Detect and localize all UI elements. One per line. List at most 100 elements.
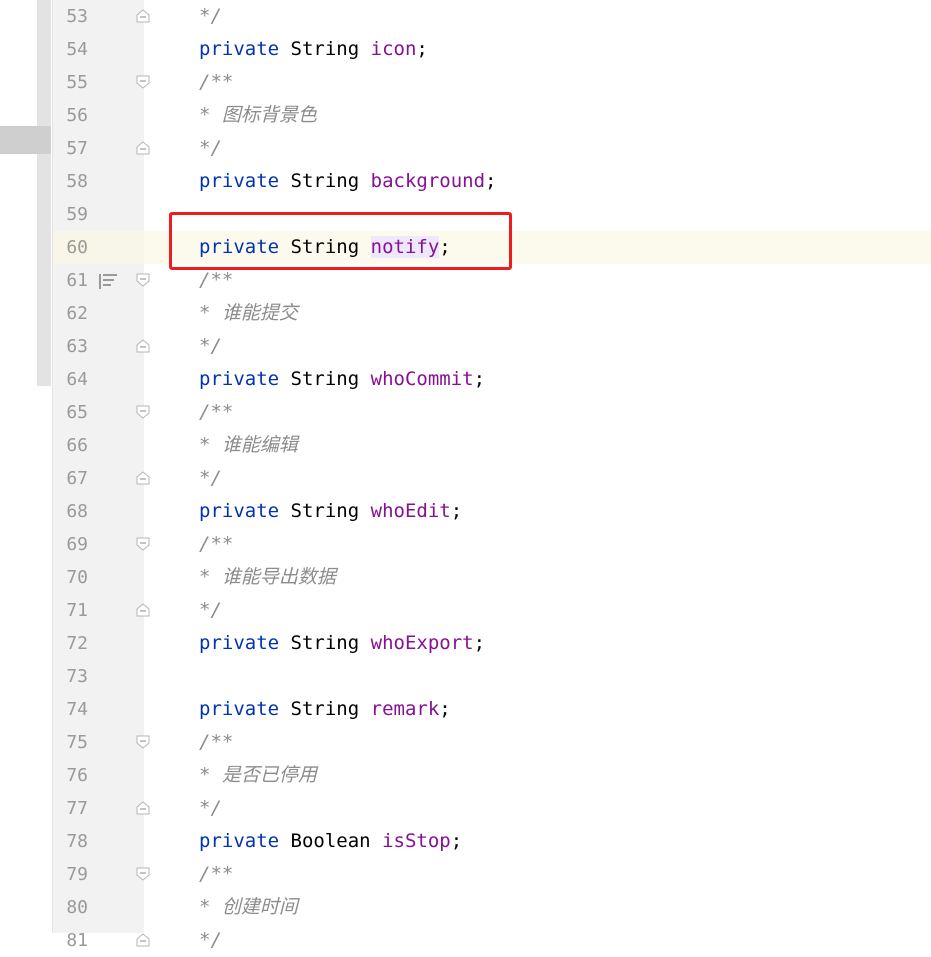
field-name[interactable]: notify xyxy=(370,236,440,258)
code-line[interactable]: 63 */ xyxy=(0,330,931,363)
comment-text: * 谁能提交 xyxy=(199,302,298,324)
code-line[interactable]: 61 /** xyxy=(0,264,931,297)
fold-start-icon[interactable] xyxy=(136,867,150,881)
source-text: /** xyxy=(199,66,233,99)
comment-text: */ xyxy=(199,467,222,489)
comment-text: * 谁能导出数据 xyxy=(199,566,336,588)
keyword-private: private xyxy=(199,632,280,654)
line-number: 78 xyxy=(66,831,88,852)
code-line[interactable]: 72 private String whoExport; xyxy=(0,627,931,660)
source-text: */ xyxy=(199,132,222,165)
field-name[interactable]: remark xyxy=(371,698,440,720)
keyword-private: private xyxy=(199,236,280,258)
comment-text: /** xyxy=(199,269,234,291)
code-line[interactable]: 68 private String whoEdit; xyxy=(0,495,931,528)
fold-start-icon[interactable] xyxy=(136,75,150,89)
fold-end-icon[interactable] xyxy=(136,603,150,617)
code-line[interactable]: 64 private String whoCommit; xyxy=(0,363,931,396)
type-name: String xyxy=(290,38,360,60)
source-text: */ xyxy=(199,0,222,33)
code-line[interactable]: 58 private String background; xyxy=(0,165,931,198)
code-line[interactable]: 66 * 谁能编辑 xyxy=(0,429,931,462)
fold-end-icon[interactable] xyxy=(136,933,150,947)
code-line[interactable]: 60 private String notify; xyxy=(0,231,931,264)
source-text: private String background; xyxy=(199,165,496,198)
comment-text: /** xyxy=(199,71,234,93)
fold-end-icon[interactable] xyxy=(136,801,150,815)
semicolon: ; xyxy=(473,368,486,390)
code-line[interactable]: 75 /** xyxy=(0,726,931,759)
field-name[interactable]: icon xyxy=(371,38,417,60)
source-text: private String notify; xyxy=(199,231,451,264)
fold-start-icon[interactable] xyxy=(136,735,150,749)
type-name: String xyxy=(290,170,360,192)
source-text: private Boolean isStop; xyxy=(199,825,462,858)
line-number: 75 xyxy=(66,732,88,753)
type-name: String xyxy=(290,236,360,258)
code-line[interactable]: 70 * 谁能导出数据 xyxy=(0,561,931,594)
code-line[interactable]: 74 private String remark; xyxy=(0,693,931,726)
fold-end-icon[interactable] xyxy=(136,9,150,23)
source-text: private String whoEdit; xyxy=(199,495,462,528)
type-name: String xyxy=(290,500,360,522)
code-line[interactable]: 56 * 图标背景色 xyxy=(0,99,931,132)
keyword-private: private xyxy=(199,698,280,720)
code-line[interactable]: 80 * 创建时间 xyxy=(0,891,931,924)
line-number: 54 xyxy=(66,39,88,60)
code-line[interactable]: 67 */ xyxy=(0,462,931,495)
line-number: 61 xyxy=(66,270,88,291)
comment-text: */ xyxy=(199,137,222,159)
line-number: 79 xyxy=(66,864,88,885)
line-number: 55 xyxy=(66,72,88,93)
code-line[interactable]: 53 */ xyxy=(0,0,931,33)
source-text: * 谁能导出数据 xyxy=(199,561,336,594)
source-text: * 创建时间 xyxy=(199,891,298,924)
semicolon: ; xyxy=(416,38,428,60)
comment-text: /** xyxy=(199,731,234,753)
comment-text: */ xyxy=(199,335,222,357)
code-line[interactable]: 73 xyxy=(0,660,931,693)
source-text: private String whoCommit; xyxy=(199,363,485,396)
source-text: * 图标背景色 xyxy=(199,99,317,132)
line-number: 67 xyxy=(66,468,88,489)
render-doc-icon[interactable] xyxy=(98,271,118,291)
field-name[interactable]: background xyxy=(371,170,485,192)
fold-start-icon[interactable] xyxy=(136,405,150,419)
line-number: 77 xyxy=(66,798,88,819)
code-line[interactable]: 79 /** xyxy=(0,858,931,891)
code-line[interactable]: 54 private String icon; xyxy=(0,33,931,66)
field-name[interactable]: isStop xyxy=(382,830,451,852)
source-text: private String whoExport; xyxy=(199,627,485,660)
code-line[interactable]: 59 xyxy=(0,198,931,231)
fold-end-icon[interactable] xyxy=(136,471,150,485)
code-line[interactable]: 78 private Boolean isStop; xyxy=(0,825,931,858)
semicolon: ; xyxy=(439,236,451,258)
source-text: */ xyxy=(199,462,222,495)
line-number: 58 xyxy=(66,171,88,192)
field-name[interactable]: whoExport xyxy=(371,632,474,654)
fold-start-icon[interactable] xyxy=(136,273,150,287)
fold-end-icon[interactable] xyxy=(136,141,150,155)
keyword-private: private xyxy=(199,500,280,522)
source-text: * 谁能编辑 xyxy=(199,429,298,462)
semicolon: ; xyxy=(485,170,497,192)
code-line[interactable]: 76 * 是否已停用 xyxy=(0,759,931,792)
field-name[interactable]: whoCommit xyxy=(371,368,474,390)
comment-text: * 创建时间 xyxy=(199,896,298,918)
source-text: /** xyxy=(199,528,233,561)
code-line[interactable]: 62 * 谁能提交 xyxy=(0,297,931,330)
code-line[interactable]: 77 */ xyxy=(0,792,931,825)
line-number: 80 xyxy=(66,897,88,918)
code-line[interactable]: 69 /** xyxy=(0,528,931,561)
code-line[interactable]: 57 */ xyxy=(0,132,931,165)
line-number: 57 xyxy=(66,138,88,159)
comment-text: */ xyxy=(199,599,222,621)
code-line[interactable]: 65 /** xyxy=(0,396,931,429)
code-line[interactable]: 71 */ xyxy=(0,594,931,627)
fold-end-icon[interactable] xyxy=(136,339,150,353)
field-name[interactable]: whoEdit xyxy=(371,500,451,522)
code-line[interactable]: 81 */ xyxy=(0,924,931,957)
line-number: 53 xyxy=(66,6,88,27)
fold-start-icon[interactable] xyxy=(136,537,150,551)
code-line[interactable]: 55 /** xyxy=(0,66,931,99)
